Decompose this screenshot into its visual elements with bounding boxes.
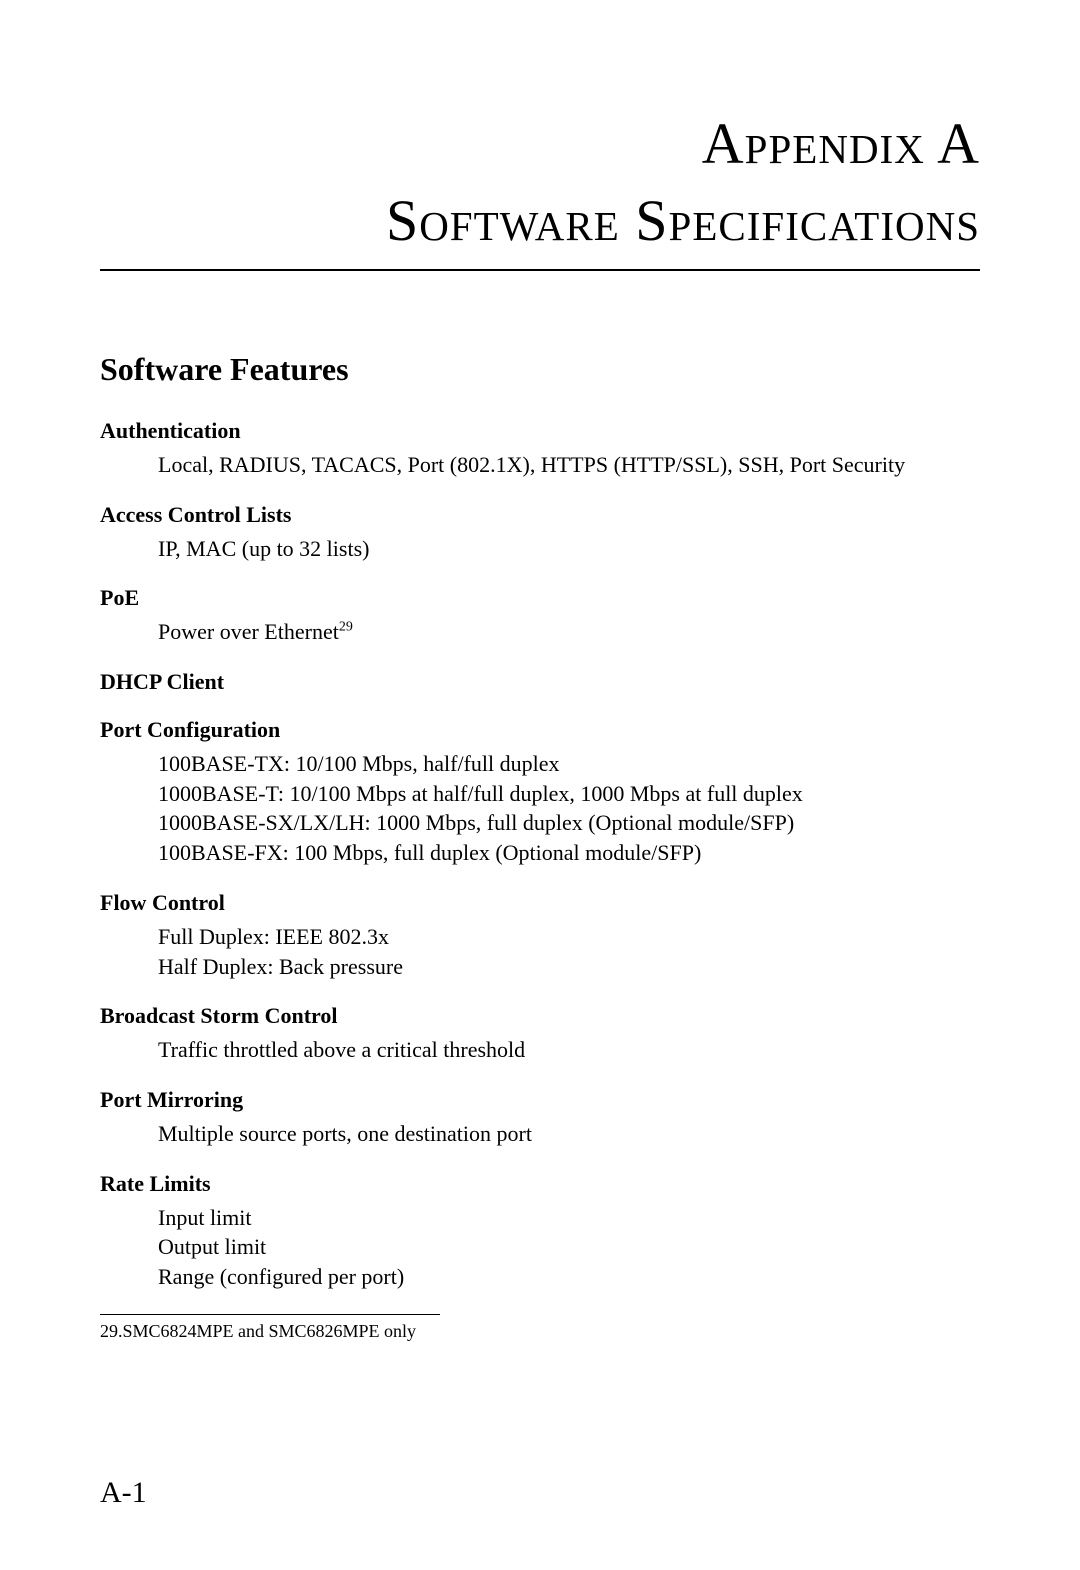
feature-dhcp: DHCP Client	[100, 669, 980, 695]
feature-heading: Authentication	[100, 418, 980, 444]
feature-body-line: Output limit	[158, 1232, 980, 1262]
feature-body: Full Duplex: IEEE 802.3x Half Duplex: Ba…	[158, 922, 980, 981]
appendix-label: Appendix A	[100, 110, 980, 177]
feature-body-line: 100BASE-FX: 100 Mbps, full duplex (Optio…	[158, 838, 980, 868]
feature-body-line: Input limit	[158, 1203, 980, 1233]
feature-heading: DHCP Client	[100, 669, 980, 695]
feature-heading: Port Mirroring	[100, 1087, 980, 1113]
footnote: 29.SMC6824MPE and SMC6826MPE only	[100, 1321, 980, 1342]
feature-body: Power over Ethernet29	[158, 617, 980, 647]
feature-body: Traffic throttled above a critical thres…	[158, 1035, 980, 1065]
page-number: A-1	[100, 1476, 147, 1510]
feature-acl: Access Control Lists IP, MAC (up to 32 l…	[100, 502, 980, 564]
footnote-number: 29.	[100, 1321, 123, 1341]
chapter-title: Software Specifications	[100, 187, 980, 271]
feature-heading: Access Control Lists	[100, 502, 980, 528]
feature-body: IP, MAC (up to 32 lists)	[158, 534, 980, 564]
footnote-text-content: SMC6824MPE and SMC6826MPE only	[123, 1321, 417, 1341]
feature-flowcontrol: Flow Control Full Duplex: IEEE 802.3x Ha…	[100, 890, 980, 981]
feature-heading: Port Configuration	[100, 717, 980, 743]
feature-body: Input limit Output limit Range (configur…	[158, 1203, 980, 1292]
feature-body-line: 1000BASE-SX/LX/LH: 1000 Mbps, full duple…	[158, 808, 980, 838]
feature-heading: Flow Control	[100, 890, 980, 916]
feature-body: 100BASE-TX: 10/100 Mbps, half/full duple…	[158, 749, 980, 868]
feature-body-line: 100BASE-TX: 10/100 Mbps, half/full duple…	[158, 749, 980, 779]
footnote-separator	[100, 1314, 440, 1315]
feature-authentication: Authentication Local, RADIUS, TACACS, Po…	[100, 418, 980, 480]
feature-body-line: Full Duplex: IEEE 802.3x	[158, 922, 980, 952]
feature-heading: Rate Limits	[100, 1171, 980, 1197]
footnote-ref: 29	[339, 620, 353, 635]
feature-portconfig: Port Configuration 100BASE-TX: 10/100 Mb…	[100, 717, 980, 868]
feature-body-line: Half Duplex: Back pressure	[158, 952, 980, 982]
feature-body-line: 1000BASE-T: 10/100 Mbps at half/full dup…	[158, 779, 980, 809]
feature-mirroring: Port Mirroring Multiple source ports, on…	[100, 1087, 980, 1149]
feature-ratelimits: Rate Limits Input limit Output limit Ran…	[100, 1171, 980, 1292]
feature-body-line: Range (configured per port)	[158, 1262, 980, 1292]
feature-poe: PoE Power over Ethernet29	[100, 585, 980, 647]
feature-heading: PoE	[100, 585, 980, 611]
feature-heading: Broadcast Storm Control	[100, 1003, 980, 1029]
feature-broadcast: Broadcast Storm Control Traffic throttle…	[100, 1003, 980, 1065]
feature-body: Multiple source ports, one destination p…	[158, 1119, 980, 1149]
feature-body-text: Power over Ethernet	[158, 619, 339, 644]
feature-body: Local, RADIUS, TACACS, Port (802.1X), HT…	[158, 450, 980, 480]
section-heading: Software Features	[100, 351, 980, 388]
